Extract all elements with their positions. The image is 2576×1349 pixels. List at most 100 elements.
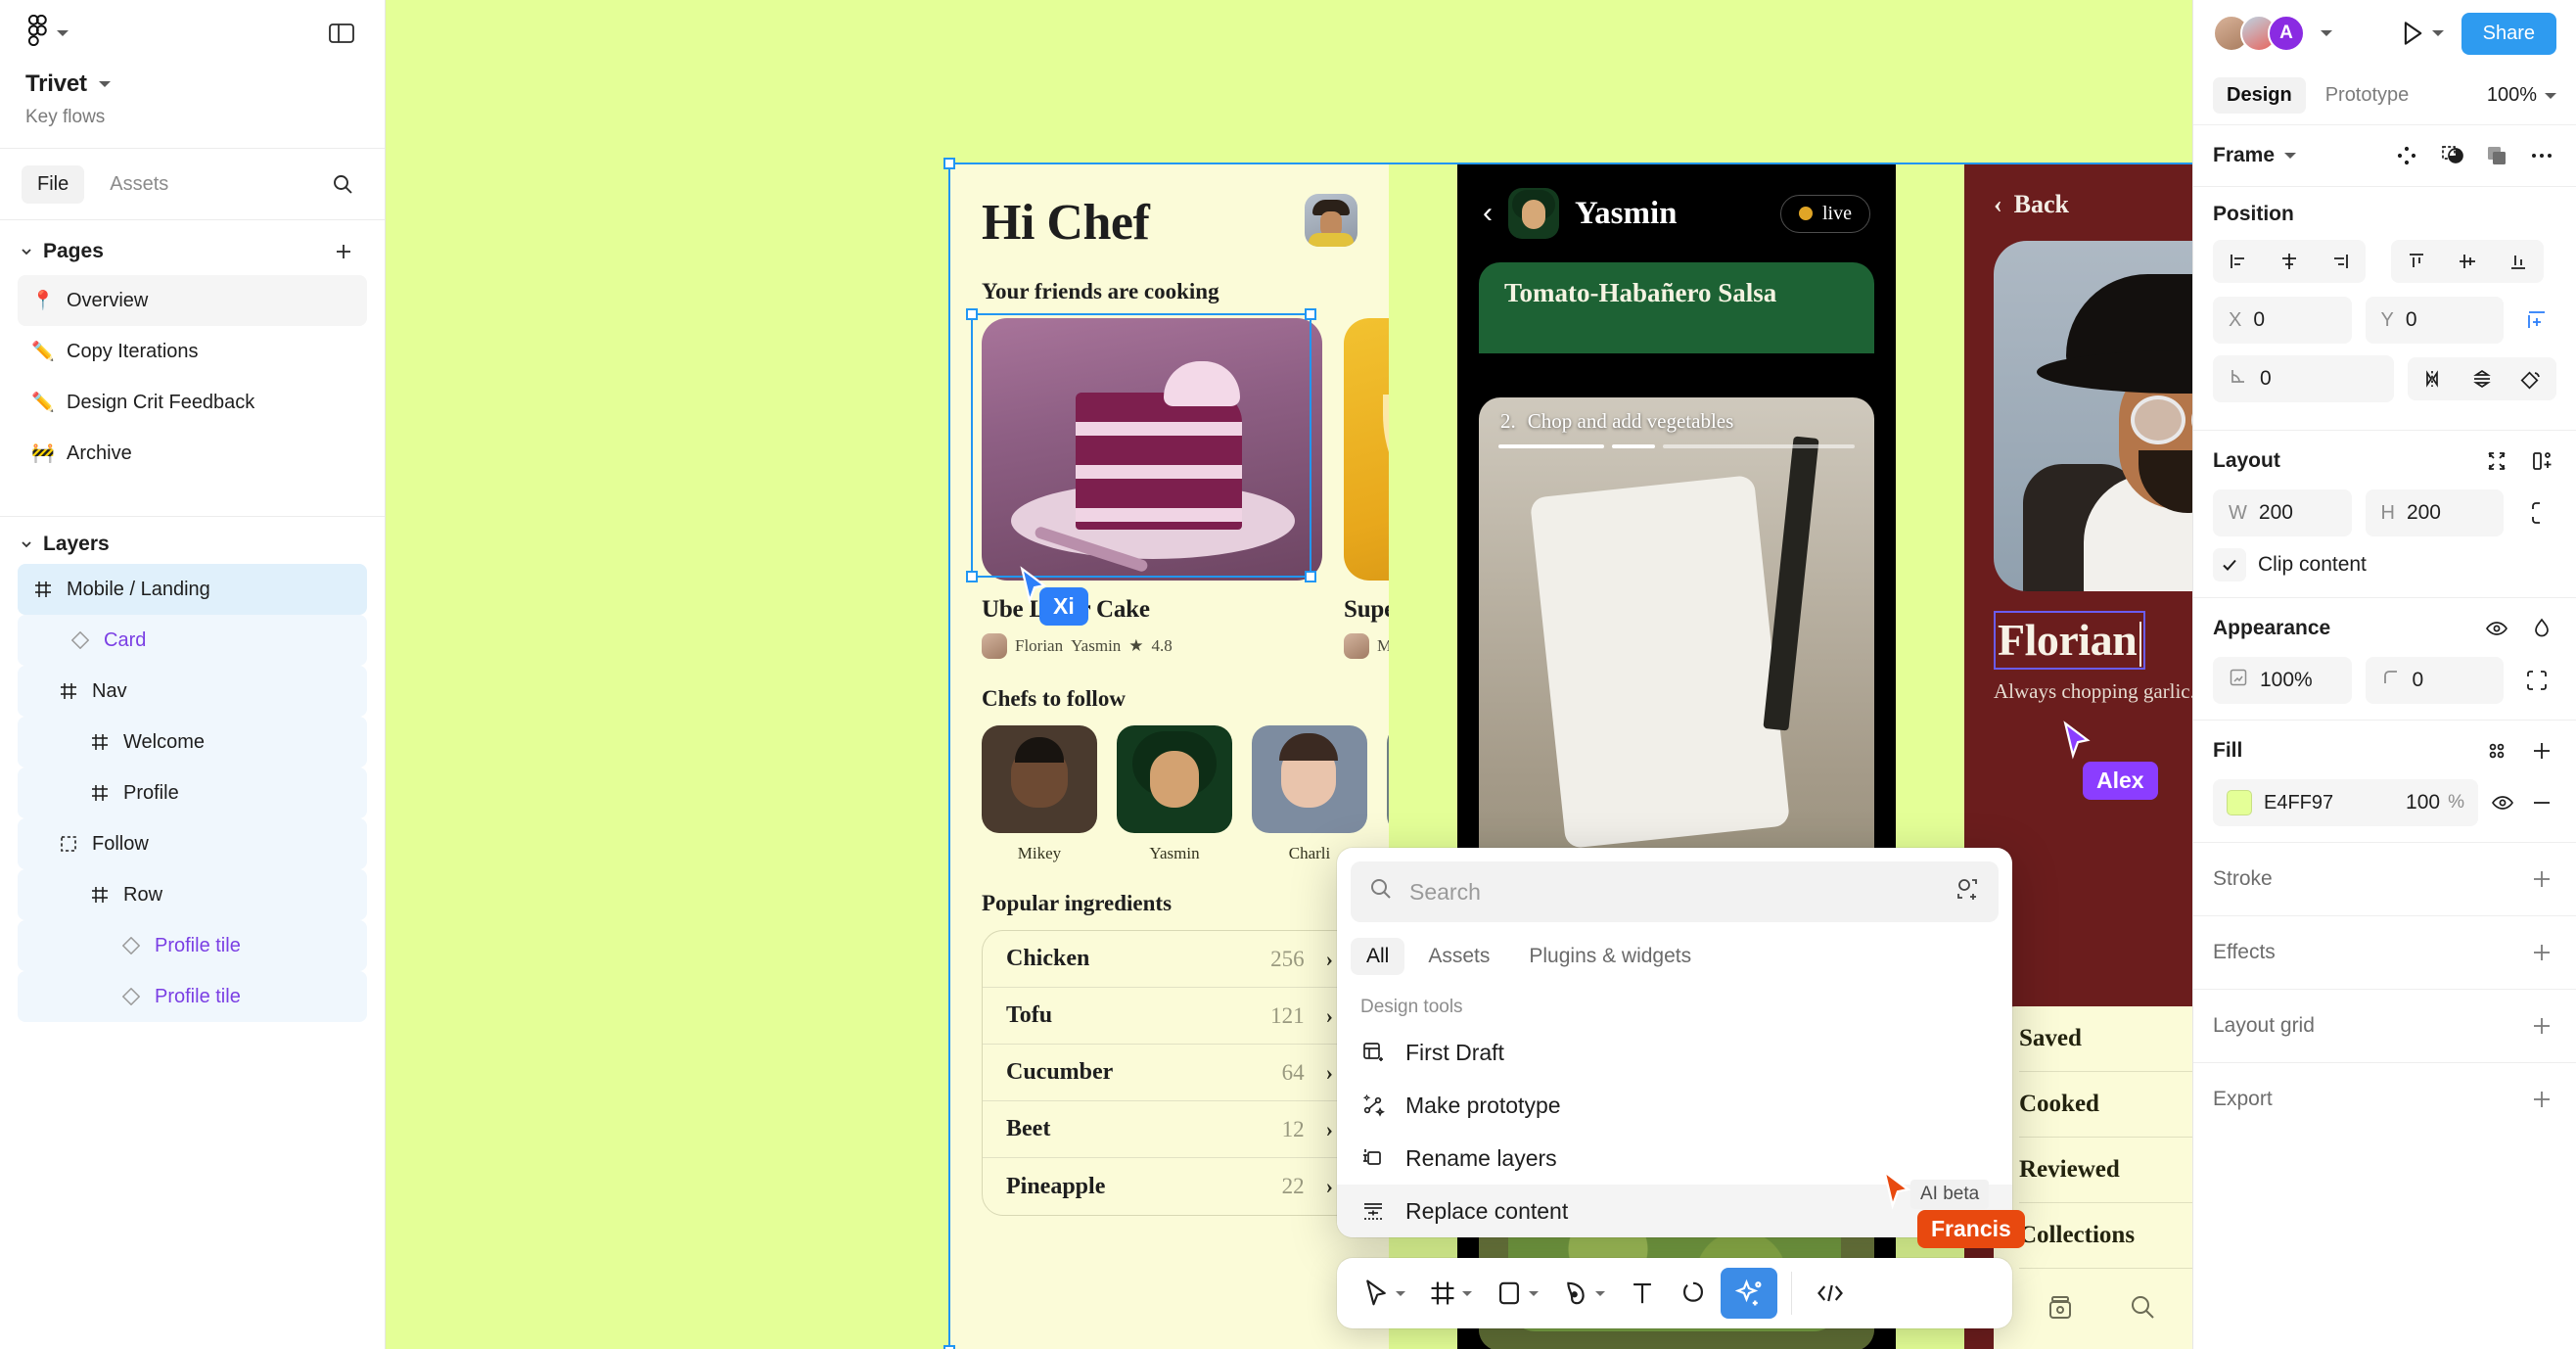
rotation-field[interactable]: 0 <box>2213 355 2394 402</box>
layer-item-profile-tile-2[interactable]: Profile tile <box>18 971 367 1022</box>
present-button[interactable] <box>2401 21 2444 46</box>
blend-mode-icon[interactable] <box>2527 614 2556 643</box>
page-item-archive[interactable]: 🚧 Archive <box>18 428 367 479</box>
tab-file[interactable]: File <box>22 164 85 204</box>
chevron-down-icon[interactable] <box>1396 1290 1405 1296</box>
absolute-position-icon[interactable] <box>2517 308 2556 332</box>
align-right-icon[interactable] <box>2315 240 2366 283</box>
align-left-icon[interactable] <box>2213 240 2264 283</box>
palette-search-field[interactable] <box>1351 861 1999 922</box>
fill-color-picker[interactable]: E4FF97 <box>2213 790 2406 815</box>
stat-row-reviewed[interactable]: Reviewed 12› <box>2019 1138 2192 1203</box>
width-field[interactable]: W 200 <box>2213 489 2352 536</box>
stat-row-cooked[interactable]: Cooked 24› <box>2019 1072 2192 1138</box>
zoom-control[interactable]: 100% <box>2487 84 2556 107</box>
more-icon[interactable] <box>2527 141 2556 170</box>
design-canvas[interactable]: Hi Chef Your friends are cooking Ube Lay… <box>386 0 2192 1349</box>
stat-row-collections[interactable]: Collections 2› <box>2019 1203 2192 1269</box>
create-component-icon[interactable] <box>2392 141 2421 170</box>
layer-item-nav[interactable]: Nav <box>18 666 367 717</box>
layer-item-profile[interactable]: Profile <box>18 768 367 818</box>
layer-item-mobile-landing[interactable]: Mobile / Landing <box>18 564 367 615</box>
page-item-overview[interactable]: 📍 Overview <box>18 275 367 326</box>
duplicate-icon[interactable] <box>2482 141 2511 170</box>
plus-icon[interactable] <box>2527 736 2556 766</box>
shape-tool-button[interactable] <box>1486 1268 1548 1319</box>
palette-tab-assets[interactable]: Assets <box>1412 938 1505 975</box>
share-button[interactable]: Share <box>2461 12 2556 55</box>
scan-search-icon[interactable] <box>1954 875 1981 908</box>
collaborator-avatars[interactable]: A <box>2213 15 2305 52</box>
search-icon[interactable] <box>2126 1290 2159 1329</box>
height-field[interactable]: H 200 <box>2365 489 2504 536</box>
tab-design[interactable]: Design <box>2213 77 2306 114</box>
actions-tool-button[interactable] <box>1721 1268 1777 1319</box>
palette-item-rename-layers[interactable]: Rename layers <box>1337 1132 2012 1185</box>
chef-tile-mikey[interactable]: Mikey <box>982 725 1097 863</box>
chevron-down-icon[interactable] <box>1595 1290 1605 1296</box>
frame-mobile-landing[interactable]: Hi Chef Your friends are cooking Ube Lay… <box>950 164 1389 1349</box>
tab-assets[interactable]: Assets <box>94 165 184 204</box>
sidebar-search-button[interactable] <box>326 167 359 201</box>
plus-icon[interactable] <box>2527 938 2556 967</box>
plus-icon[interactable] <box>2527 1085 2556 1114</box>
add-auto-layout-icon[interactable] <box>2527 446 2556 476</box>
minus-icon[interactable] <box>2527 788 2556 817</box>
file-name-menu[interactable]: Trivet <box>25 70 359 98</box>
palette-item-first-draft[interactable]: First Draft <box>1337 1026 2012 1079</box>
check-icon[interactable] <box>2213 548 2246 581</box>
page-item-design-crit-feedback[interactable]: ✏️ Design Crit Feedback <box>18 377 367 428</box>
selection-type-menu[interactable]: Frame <box>2213 144 2297 167</box>
search-input[interactable] <box>1409 878 1938 906</box>
chef-name-editable[interactable]: Florian <box>1994 611 2146 671</box>
comment-tool-button[interactable] <box>1670 1268 1717 1319</box>
tab-prototype[interactable]: Prototype <box>2312 77 2423 114</box>
ingredient-row[interactable]: Tofu 121 › <box>983 988 1357 1045</box>
chef-avatar[interactable] <box>1508 188 1559 239</box>
present-chevron-down-icon[interactable] <box>2431 30 2444 36</box>
flip-horizontal-icon[interactable] <box>2408 357 2458 400</box>
chef-tile-4[interactable] <box>1387 725 1389 863</box>
text-tool-button[interactable] <box>1619 1268 1666 1319</box>
stat-row-saved[interactable]: Saved 88› <box>2019 1006 2192 1072</box>
eye-icon[interactable] <box>2482 614 2511 643</box>
align-top-icon[interactable] <box>2391 240 2442 283</box>
dev-mode-toggle-button[interactable] <box>1806 1268 1855 1319</box>
layer-item-follow[interactable]: Follow <box>18 818 367 869</box>
palette-tab-all[interactable]: All <box>1351 938 1405 975</box>
user-avatar[interactable] <box>1305 194 1357 247</box>
x-field[interactable]: X 0 <box>2213 297 2352 344</box>
toggle-panels-button[interactable] <box>324 16 359 51</box>
layers-toggle[interactable]: Layers <box>18 533 110 556</box>
palette-tab-plugins-widgets[interactable]: Plugins & widgets <box>1513 938 1707 975</box>
mask-icon[interactable] <box>2437 141 2466 170</box>
back-chevron-icon[interactable]: ‹ <box>1483 199 1493 228</box>
back-button[interactable]: ‹ Back <box>1994 190 2192 219</box>
palette-item-make-prototype[interactable]: Make prototype <box>1337 1079 2012 1132</box>
jar-icon[interactable] <box>2044 1290 2077 1329</box>
frame-tool-button[interactable] <box>1419 1268 1482 1319</box>
ingredient-row[interactable]: Beet 12 › <box>983 1101 1357 1158</box>
pen-tool-button[interactable] <box>1552 1268 1615 1319</box>
figma-logo-menu[interactable] <box>25 14 69 52</box>
ingredient-row[interactable]: Cucumber 64 › <box>983 1045 1357 1101</box>
clip-content-row[interactable]: Clip content <box>2213 548 2556 581</box>
constrain-proportions-icon[interactable] <box>2517 500 2556 526</box>
ingredient-row[interactable]: Chicken 256 › <box>983 931 1357 988</box>
fill-styles-icon[interactable] <box>2482 736 2511 766</box>
flip-vertical-icon[interactable] <box>2457 357 2507 400</box>
fill-opacity-field[interactable]: 100 % <box>2406 791 2478 814</box>
opacity-field[interactable]: 100% <box>2213 657 2352 704</box>
align-horizontal-center-icon[interactable] <box>2264 240 2315 283</box>
layer-item-card[interactable]: Card <box>18 615 367 666</box>
collaborators-chevron-down-icon[interactable] <box>2321 30 2332 36</box>
align-vertical-center-icon[interactable] <box>2442 240 2493 283</box>
pages-toggle[interactable]: Pages <box>18 240 104 263</box>
y-field[interactable]: Y 0 <box>2365 297 2504 344</box>
recipe-card-ube-layer-cake[interactable]: Ube Layer Cake Florian Yasmin ★ 4.8 <box>982 318 1322 659</box>
chevron-down-icon[interactable] <box>1529 1290 1539 1296</box>
chef-tile-yasmin[interactable]: Yasmin <box>1117 725 1232 863</box>
layer-item-welcome[interactable]: Welcome <box>18 717 367 768</box>
layer-item-row[interactable]: Row <box>18 869 367 920</box>
command-palette[interactable]: All Assets Plugins & widgets Design tool… <box>1337 848 2012 1237</box>
